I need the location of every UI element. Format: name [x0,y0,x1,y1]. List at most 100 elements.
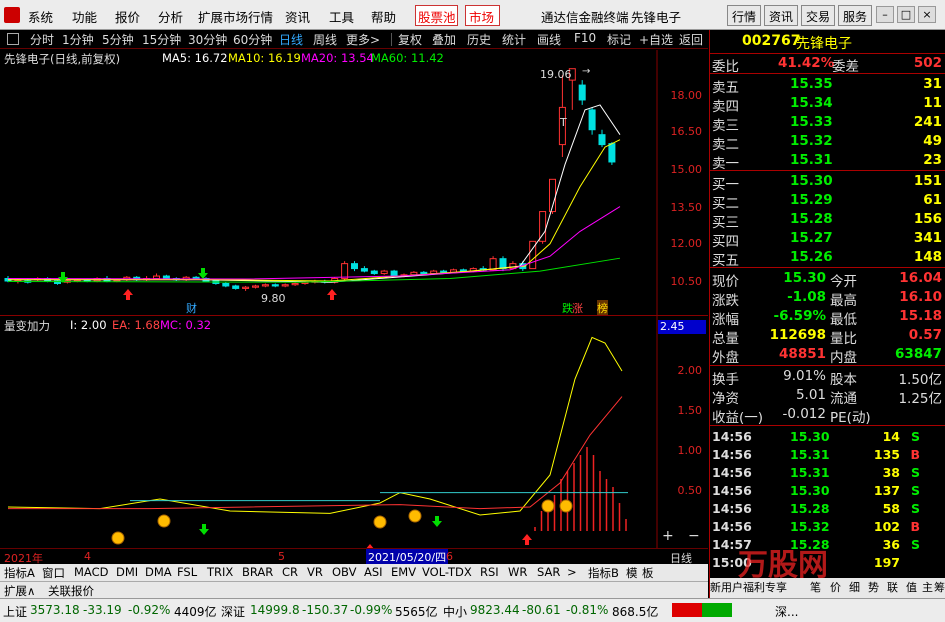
axis-13-5: 13.50 [670,201,703,214]
btn-draw[interactable]: 画线 [537,31,561,48]
menu-news[interactable]: 资讯 [285,7,310,26]
period-60min[interactable]: 60分钟 [233,31,272,48]
btn-mark[interactable]: 标记 [607,31,631,48]
tab-template[interactable]: 模 [626,565,638,581]
ma5-legend: MA5: 16.72 [162,51,228,65]
btn-f10[interactable]: F10 [574,31,596,45]
menu-tools[interactable]: 工具 [329,7,354,26]
menu-quote[interactable]: 报价 [115,7,140,26]
btn-back[interactable]: 返回 [679,31,703,48]
tab-brar[interactable]: BRAR [242,565,273,579]
btn-fuquan[interactable]: 复权 [398,31,422,48]
axis-18: 18.00 [670,89,703,102]
zoom-out-icon[interactable]: − [688,528,700,544]
tab-vol-tdx[interactable]: VOL-TDX [422,565,472,579]
tab-shi[interactable]: 势 [868,579,879,595]
tab-obv[interactable]: OBV [332,565,356,579]
menu-ext-market[interactable]: 扩展市场行情 [198,7,273,26]
tab-window[interactable]: 窗口 [42,565,65,581]
grid-icon[interactable] [7,33,19,45]
period-fenshi[interactable]: 分时 [30,31,54,48]
period-1min[interactable]: 1分钟 [62,31,94,48]
stock-pool-box[interactable]: 股票池 [415,5,458,26]
candle-body [390,270,398,277]
ma20-line [7,206,621,280]
tab-more[interactable]: > [567,565,577,579]
tab-trix[interactable]: TRIX [207,565,233,579]
btn-trade[interactable]: 交易 [801,5,836,26]
kline-chart[interactable]: → 先锋电子(日线,前复权) MA5: 16.72 MA10: 16.19 MA… [0,50,708,316]
period-30min[interactable]: 30分钟 [188,31,227,48]
minimize-icon[interactable]: – [876,6,894,23]
btn-service[interactable]: 服务 [838,5,873,26]
trade-side: S [910,483,920,498]
maximize-icon[interactable]: □ [897,6,915,23]
tab-indicator-b[interactable]: 指标B [588,565,619,581]
tab-asi[interactable]: ASI [364,565,383,579]
btn-add-watch[interactable]: +自选 [639,31,673,48]
axis-16-5: 16.50 [670,125,703,138]
btn-overlay[interactable]: 叠加 [432,31,456,48]
tab-macd[interactable]: MACD [74,565,108,579]
tab-sar[interactable]: SAR [537,565,560,579]
tab-rsi[interactable]: RSI [480,565,499,579]
market-box[interactable]: 市场 [465,5,500,26]
stat-label: 流通 [830,391,857,407]
status-bar: 上证 3573.18 -33.19 -0.92% 4409亿 深证 14999.… [0,598,945,622]
tab-vr[interactable]: VR [307,565,323,579]
tab-cr[interactable]: CR [282,565,298,579]
btn-market[interactable]: 行情 [727,5,762,26]
sh-label[interactable]: 上证 [3,603,27,620]
period-weekly[interactable]: 周线 [313,31,337,48]
tab-zhi[interactable]: 值 [906,579,917,595]
tab-xi[interactable]: 细 [849,579,860,595]
money-bag-icon [111,531,125,545]
sz-label[interactable]: 深证 [221,603,245,620]
close-icon[interactable]: × [918,6,936,23]
axis-0-5: 0.50 [677,484,703,497]
tab-chou[interactable]: 筹 [934,579,945,595]
axis-15: 15.00 [670,163,703,176]
weicha-value: 502 [913,55,942,71]
trade-row: 14:56 15.32 102 B [710,518,945,536]
trade-time: 14:56 [712,465,752,480]
low-label: 9.80 [261,292,286,305]
trade-side: S [910,501,920,516]
indicator-svg [7,316,658,549]
tab-fsl[interactable]: FSL [177,565,197,579]
period-15min[interactable]: 15分钟 [142,31,181,48]
tab-jia[interactable]: 价 [830,579,841,595]
tab-emv[interactable]: EMV [391,565,416,579]
zoom-in-icon[interactable]: + [662,528,674,544]
expand-button[interactable]: 扩展∧ [4,583,35,599]
ma60-legend: MA60: 11.42 [371,51,444,65]
tab-zhu[interactable]: 主 [922,579,933,595]
btn-history[interactable]: 历史 [467,31,491,48]
stat-value: 1.50亿 [898,372,942,388]
indicator-chart[interactable]: 量变加力 I: 2.00 EA: 1.68 MC: 0.32 2.45 2.00… [0,315,708,549]
menu-system[interactable]: 系统 [28,7,53,26]
period-more[interactable]: 更多> [346,31,380,48]
divider [710,425,945,426]
tab-plate[interactable]: 板 [642,565,654,581]
date-axis: 2021年 4 5 2021/05/20/四 6 日线 [0,548,708,565]
tab-dma[interactable]: DMA [145,565,172,579]
btn-news[interactable]: 资讯 [764,5,799,26]
tab-indicator-a[interactable]: 指标A [4,565,35,581]
menu-help[interactable]: 帮助 [371,7,396,26]
sh-value: 3573.18 [30,603,80,617]
tab-dmi[interactable]: DMI [116,565,138,579]
stat2-row: 收益(一) -0.012 PE(动) [710,405,945,426]
menu-function[interactable]: 功能 [72,7,97,26]
tab-wr[interactable]: WR [508,565,527,579]
period-5min[interactable]: 5分钟 [102,31,134,48]
menu-analysis[interactable]: 分析 [158,7,183,26]
stat-label: 涨幅 [712,312,739,328]
related-quote-button[interactable]: 关联报价 [48,583,94,599]
btn-stats[interactable]: 统计 [502,31,526,48]
period-daily[interactable]: 日线 [279,31,303,48]
stat-label: 内盘 [830,350,857,366]
buy-level: 买一 15.30 151 [710,172,945,193]
zx-label[interactable]: 中小 [443,603,467,620]
tab-lian[interactable]: 联 [887,579,898,595]
